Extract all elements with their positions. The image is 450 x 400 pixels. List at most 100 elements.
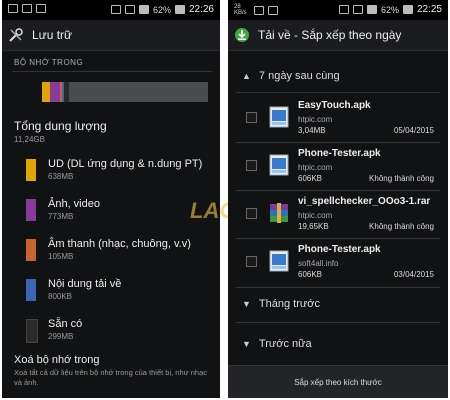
category-size: 773MB bbox=[48, 212, 74, 221]
action-bar: Lưu trữ bbox=[2, 20, 220, 51]
file-name: vi_spellchecker_OOo3-1.rar bbox=[298, 196, 431, 207]
chevron-down-icon: ▼ bbox=[242, 299, 251, 309]
category-size: 105MB bbox=[48, 252, 74, 261]
page-title: Tải về - Sắp xếp theo ngày bbox=[258, 28, 402, 42]
file-size: 606KB bbox=[298, 270, 323, 279]
downloads-color-swatch bbox=[26, 279, 36, 301]
apk-file-icon bbox=[269, 154, 289, 176]
file-size: 606KB bbox=[298, 174, 323, 183]
clock: 22:26 bbox=[188, 4, 214, 15]
status-bar: 62% 22:26 bbox=[2, 0, 220, 20]
chevron-up-icon: ▲ bbox=[242, 71, 251, 81]
select-checkbox[interactable] bbox=[246, 208, 257, 219]
storage-usage-bar bbox=[42, 82, 208, 102]
divider bbox=[236, 287, 440, 288]
total-capacity-label: Tổng dung lượng bbox=[14, 119, 107, 133]
storage-bar-segment bbox=[63, 82, 69, 102]
downloads-screen: 28 KB/s 62% 22:25 Tải về - Sắp xếp theo … bbox=[228, 0, 448, 398]
battery-percent: 62% bbox=[152, 4, 171, 15]
download-notification-icon bbox=[254, 5, 264, 15]
storage-bar-segment bbox=[50, 82, 61, 102]
section-header-internal: BỘ NHỚ TRONG bbox=[14, 58, 84, 67]
wifi-icon bbox=[352, 5, 363, 14]
download-item[interactable]: EasyTouch.apk htpic.com 3,04MB 05/04/201… bbox=[228, 96, 448, 142]
alarm-icon bbox=[338, 5, 349, 14]
category-label: Nội dung tải về bbox=[48, 278, 122, 290]
download-item[interactable]: Phone-Tester.apk soft4all.info 606KB 03/… bbox=[228, 240, 448, 286]
category-label: UD (DL ứng dụng & n.dung PT) bbox=[48, 158, 203, 170]
category-downloads[interactable]: Nội dung tải về 800KB bbox=[48, 278, 121, 301]
select-checkbox[interactable] bbox=[246, 256, 257, 267]
sort-by-size-button[interactable]: Sắp xếp theo kích thước bbox=[228, 365, 448, 398]
signal-icon bbox=[138, 5, 149, 14]
category-audio[interactable]: Âm thanh (nhạc, chuông, v.v) 105MB bbox=[48, 238, 191, 261]
erase-internal-storage[interactable]: Xoá bộ nhớ trong Xoá tất cả dữ liệu trên… bbox=[14, 354, 212, 388]
file-size: 19,65KB bbox=[298, 222, 329, 231]
battery-icon bbox=[174, 5, 185, 14]
apk-file-icon bbox=[269, 106, 289, 128]
file-name: EasyTouch.apk bbox=[298, 100, 371, 111]
select-checkbox[interactable] bbox=[246, 160, 257, 171]
tools-icon bbox=[9, 28, 23, 42]
category-label: Ảnh, video bbox=[48, 198, 100, 210]
group-previous-month[interactable]: ▼ Tháng trước bbox=[242, 298, 320, 310]
category-size: 638MB bbox=[48, 172, 74, 181]
file-host: htpic.com bbox=[298, 211, 333, 220]
divider bbox=[236, 92, 440, 93]
status-bar: 28 KB/s 62% 22:25 bbox=[228, 0, 448, 20]
file-host: htpic.com bbox=[298, 163, 333, 172]
divider bbox=[236, 142, 440, 143]
available-color-swatch bbox=[26, 319, 38, 343]
category-label: Sẵn có bbox=[48, 318, 83, 330]
category-size: 299MB bbox=[48, 332, 74, 341]
download-item[interactable]: vi_spellchecker_OOo3-1.rar htpic.com 19,… bbox=[228, 192, 448, 238]
file-status: 03/04/2015 bbox=[393, 270, 434, 279]
chevron-down-icon: ▼ bbox=[242, 339, 251, 349]
wifi-icon bbox=[124, 5, 135, 14]
mail-icon bbox=[36, 4, 46, 13]
clock: 22:25 bbox=[416, 4, 442, 15]
signal-icon bbox=[366, 5, 377, 14]
category-label: Âm thanh (nhạc, chuông, v.v) bbox=[48, 238, 191, 250]
image-notification-icon bbox=[22, 4, 32, 13]
total-capacity-value: 11,24GB bbox=[14, 135, 45, 144]
action-bar: Tải về - Sắp xếp theo ngày bbox=[228, 20, 448, 51]
notification-icon bbox=[8, 4, 18, 13]
category-size: 800KB bbox=[48, 292, 73, 301]
apps-color-swatch bbox=[26, 159, 36, 181]
group-older[interactable]: ▼ Trước nữa bbox=[242, 338, 312, 350]
total-capacity-item: Tổng dung lượng 11,24GB bbox=[14, 119, 212, 144]
group-label: Tháng trước bbox=[258, 298, 320, 310]
storage-bar-segment bbox=[42, 82, 51, 102]
sort-button-label: Sắp xếp theo kích thước bbox=[294, 378, 382, 387]
category-apps[interactable]: UD (DL ứng dụng & n.dung PT) 638MB bbox=[48, 158, 202, 181]
file-status: 05/04/2015 bbox=[393, 126, 434, 135]
select-checkbox[interactable] bbox=[246, 112, 257, 123]
page-title: Lưu trữ bbox=[32, 28, 73, 42]
battery-icon bbox=[402, 5, 413, 14]
network-speed: 28 KB/s bbox=[234, 4, 247, 16]
file-name: Phone-Tester.apk bbox=[298, 244, 381, 255]
category-photos-videos[interactable]: Ảnh, video 773MB bbox=[48, 198, 100, 221]
alarm-icon bbox=[110, 5, 121, 14]
file-size: 3,04MB bbox=[298, 126, 326, 135]
group-label: Trước nữa bbox=[258, 338, 312, 350]
rar-archive-icon bbox=[270, 203, 288, 223]
battery-percent: 62% bbox=[380, 4, 399, 15]
file-host: htpic.com bbox=[298, 115, 333, 124]
erase-description: Xoá tất cả dữ liệu trên bộ nhớ trong của… bbox=[14, 368, 207, 387]
group-last-7-days[interactable]: ▲ 7 ngày sau cùng bbox=[242, 70, 340, 82]
category-available: Sẵn có 299MB bbox=[48, 318, 82, 341]
erase-label: Xoá bộ nhớ trong bbox=[14, 354, 100, 366]
divider bbox=[236, 190, 440, 191]
divider bbox=[236, 322, 440, 323]
file-host: soft4all.info bbox=[298, 259, 339, 268]
photos-color-swatch bbox=[26, 199, 36, 221]
divider bbox=[12, 71, 212, 72]
file-status: Không thành công bbox=[369, 174, 434, 183]
apk-file-icon bbox=[269, 250, 289, 272]
file-name: Phone-Tester.apk bbox=[298, 148, 381, 159]
audio-color-swatch bbox=[26, 239, 36, 261]
image-notification-icon bbox=[268, 5, 278, 15]
download-item[interactable]: Phone-Tester.apk htpic.com 606KB Không t… bbox=[228, 144, 448, 190]
